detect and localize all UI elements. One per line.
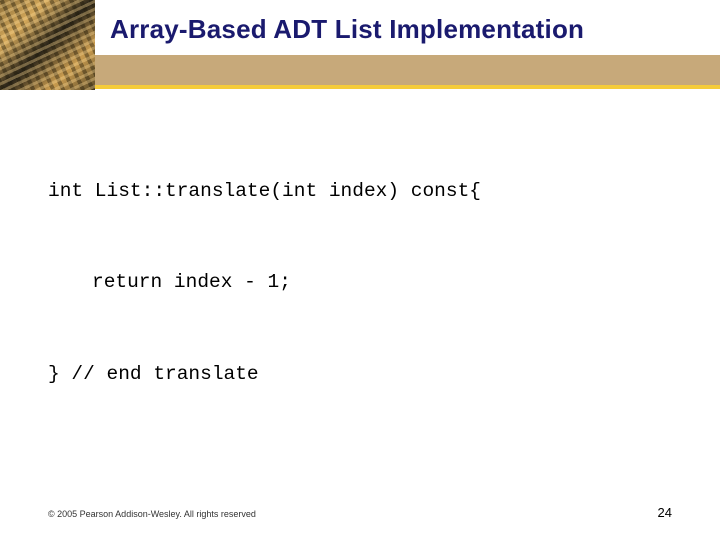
- header-tan-band: [0, 55, 720, 85]
- copyright-text: © 2005 Pearson Addison-Wesley. All right…: [48, 509, 256, 519]
- slide-footer: © 2005 Pearson Addison-Wesley. All right…: [48, 505, 672, 520]
- page-number: 24: [658, 505, 672, 520]
- header-decorative-image: [0, 0, 95, 90]
- code-listing: int List::translate(int index) const{ re…: [48, 140, 690, 435]
- slide-header: Array-Based ADT List Implementation: [0, 0, 720, 90]
- header-yellow-rule: [0, 85, 720, 89]
- slide-title: Array-Based ADT List Implementation: [110, 14, 710, 45]
- code-line-1: int List::translate(int index) const{: [48, 181, 690, 201]
- code-line-3: } // end translate: [48, 364, 690, 384]
- code-line-2: return index - 1;: [48, 272, 690, 292]
